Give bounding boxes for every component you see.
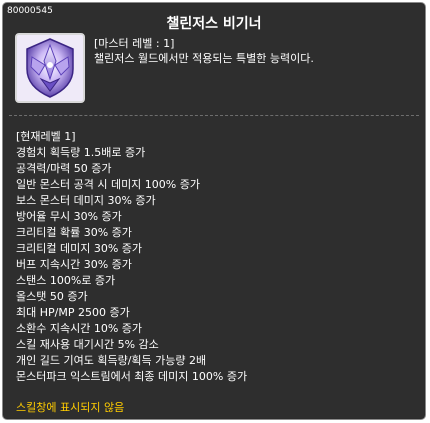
effect-line: 최대 HP/MP 2500 증가 (16, 306, 130, 319)
effect-line: 스킬 재사용 대기시간 5% 감소 (16, 338, 159, 351)
skill-tooltip: 80000545 챌린저스 비기너 [마스터 레벨: 1] 챌린저스 월드에서… (2, 2, 426, 420)
effect-line: 공격력/마력 50 증가 (16, 162, 112, 175)
effect-line: 경험치 획득량 1.5배로 증가 (16, 146, 146, 159)
effect-line: 스탠스 100%로 증가 (16, 274, 116, 287)
effect-line: 방어율 무시 30% 증가 (16, 210, 122, 223)
effect-line: 버프 지속시간 30% 증가 (16, 258, 132, 271)
effect-line: 올스탯 50 증가 (16, 290, 88, 303)
effect-line: 소환수 지속시간 10% 증가 (16, 322, 143, 335)
challengers-emblem-icon (17, 35, 83, 101)
effect-line: 크리티컬 확률 30% 증가 (16, 226, 132, 239)
effect-line: 일반 몬스터 공격 시 데미지 100% 증가 (16, 178, 200, 191)
skill-icon-frame (15, 33, 85, 103)
effect-line: 보스 몬스터 데미지 30% 증가 (16, 194, 156, 207)
divider (9, 115, 419, 116)
effect-list: [현재레벨 1] 경험치 획득량 1.5배로 증가 공격력/마력 50 증가 일… (16, 129, 247, 385)
effect-line: 크리티컬 데미지 30% 증가 (16, 242, 143, 255)
effect-line: 몬스터파크 익스트림에서 최종 데미지 100% 증가 (16, 370, 248, 383)
skill-header: [마스터 레벨 : 1] 챌린저스 월드에서만 적용되는 특별한 능력이다. (94, 36, 314, 66)
effect-line: 개인 길드 기여도 획득량/획득 가능량 2배 (16, 354, 207, 367)
hidden-in-skill-window-note: 스킬창에 표시되지 않음 (16, 401, 125, 414)
skill-description: 챌린저스 월드에서만 적용되는 특별한 능력이다. (94, 52, 314, 65)
skill-title: 챌린저스 비기너 (166, 16, 262, 32)
master-level-label: [마스터 레벨 : 1] (94, 37, 175, 50)
current-level-label: [현재레벨 1] (16, 130, 76, 143)
